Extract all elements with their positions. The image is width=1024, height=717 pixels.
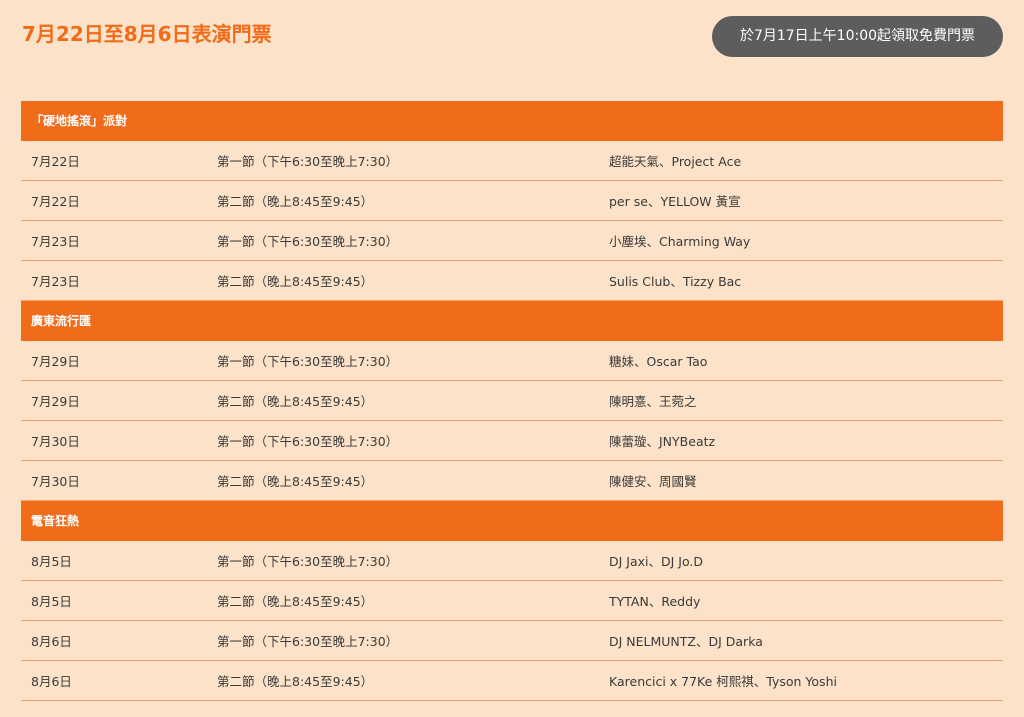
table-row: 8月5日 第二節（晚上8:45至9:45） TYTAN、Reddy <box>21 581 1003 621</box>
table-row: 8月6日 第一節（下午6:30至晚上7:30） DJ NELMUNTZ、DJ D… <box>21 621 1003 661</box>
row-date: 7月23日 <box>31 274 80 289</box>
performance-schedule-table: 「硬地搖滾」派對 7月22日 第一節（下午6:30至晚上7:30） 超能天氣、P… <box>21 101 1003 701</box>
row-date: 8月6日 <box>31 634 72 649</box>
table-row: 7月22日 第一節（下午6:30至晚上7:30） 超能天氣、Project Ac… <box>21 141 1003 181</box>
row-artists: 超能天氣、Project Ace <box>609 154 742 169</box>
row-session: 第一節（下午6:30至晚上7:30） <box>217 554 399 569</box>
table-row: 7月30日 第二節（晚上8:45至9:45） 陳健安、周國賢 <box>21 461 1003 501</box>
row-artists: 陳明憙、王菀之 <box>609 394 697 409</box>
row-artists: Sulis Club、Tizzy Bac <box>609 274 742 289</box>
row-session: 第二節（晚上8:45至9:45） <box>217 594 374 609</box>
row-artists: 小塵埃、Charming Way <box>609 234 751 249</box>
row-artists: 陳蕾璇、JNYBeatz <box>609 434 716 449</box>
table-row: 7月22日 第二節（晚上8:45至9:45） per se、YELLOW 黃宣 <box>21 181 1003 221</box>
row-session: 第二節（晚上8:45至9:45） <box>217 474 374 489</box>
section-header-cantopop: 廣東流行匯 <box>21 301 1003 341</box>
row-session: 第二節（晚上8:45至9:45） <box>217 194 374 209</box>
row-date: 8月5日 <box>31 594 72 609</box>
row-date: 8月5日 <box>31 554 72 569</box>
row-session: 第一節（下午6:30至晚上7:30） <box>217 154 399 169</box>
table-row: 7月23日 第一節（下午6:30至晚上7:30） 小塵埃、Charming Wa… <box>21 221 1003 261</box>
row-artists: DJ Jaxi、DJ Jo.D <box>609 554 704 569</box>
row-artists: Karencici x 77Ke 柯熙祺、Tyson Yoshi <box>609 674 837 689</box>
row-artists: 陳健安、周國賢 <box>609 474 697 489</box>
table-row: 7月30日 第一節（下午6:30至晚上7:30） 陳蕾璇、JNYBeatz <box>21 421 1003 461</box>
section-header-electronic: 電音狂熱 <box>21 501 1003 541</box>
row-session: 第一節（下午6:30至晚上7:30） <box>217 234 399 249</box>
table-row: 8月6日 第二節（晚上8:45至9:45） Karencici x 77Ke 柯… <box>21 661 1003 701</box>
row-artists: 糖妹、Oscar Tao <box>609 354 708 369</box>
row-session: 第二節（晚上8:45至9:45） <box>217 274 374 289</box>
row-date: 7月30日 <box>31 434 80 449</box>
row-session: 第二節（晚上8:45至9:45） <box>217 674 374 689</box>
row-date: 7月30日 <box>31 474 80 489</box>
claim-free-tickets-button[interactable]: 於7月17日上午10:00起領取免費門票 <box>712 16 1003 57</box>
table-row: 8月5日 第一節（下午6:30至晚上7:30） DJ Jaxi、DJ Jo.D <box>21 541 1003 581</box>
row-date: 8月6日 <box>31 674 72 689</box>
row-session: 第二節（晚上8:45至9:45） <box>217 394 374 409</box>
table-row: 7月23日 第二節（晚上8:45至9:45） Sulis Club、Tizzy … <box>21 261 1003 301</box>
row-date: 7月29日 <box>31 354 80 369</box>
row-artists: DJ NELMUNTZ、DJ Darka <box>609 634 763 649</box>
table-row: 7月29日 第一節（下午6:30至晚上7:30） 糖妹、Oscar Tao <box>21 341 1003 381</box>
section-header-indie-rock: 「硬地搖滾」派對 <box>21 101 1003 141</box>
row-date: 7月23日 <box>31 234 80 249</box>
row-date: 7月22日 <box>31 194 80 209</box>
row-date: 7月22日 <box>31 154 80 169</box>
row-session: 第一節（下午6:30至晚上7:30） <box>217 354 399 369</box>
table-row: 7月29日 第二節（晚上8:45至9:45） 陳明憙、王菀之 <box>21 381 1003 421</box>
row-session: 第一節（下午6:30至晚上7:30） <box>217 434 399 449</box>
row-artists: TYTAN、Reddy <box>609 594 701 609</box>
row-session: 第一節（下午6:30至晚上7:30） <box>217 634 399 649</box>
page-title: 7月22日至8月6日表演門票 <box>22 22 272 46</box>
row-artists: per se、YELLOW 黃宣 <box>609 194 741 209</box>
row-date: 7月29日 <box>31 394 80 409</box>
